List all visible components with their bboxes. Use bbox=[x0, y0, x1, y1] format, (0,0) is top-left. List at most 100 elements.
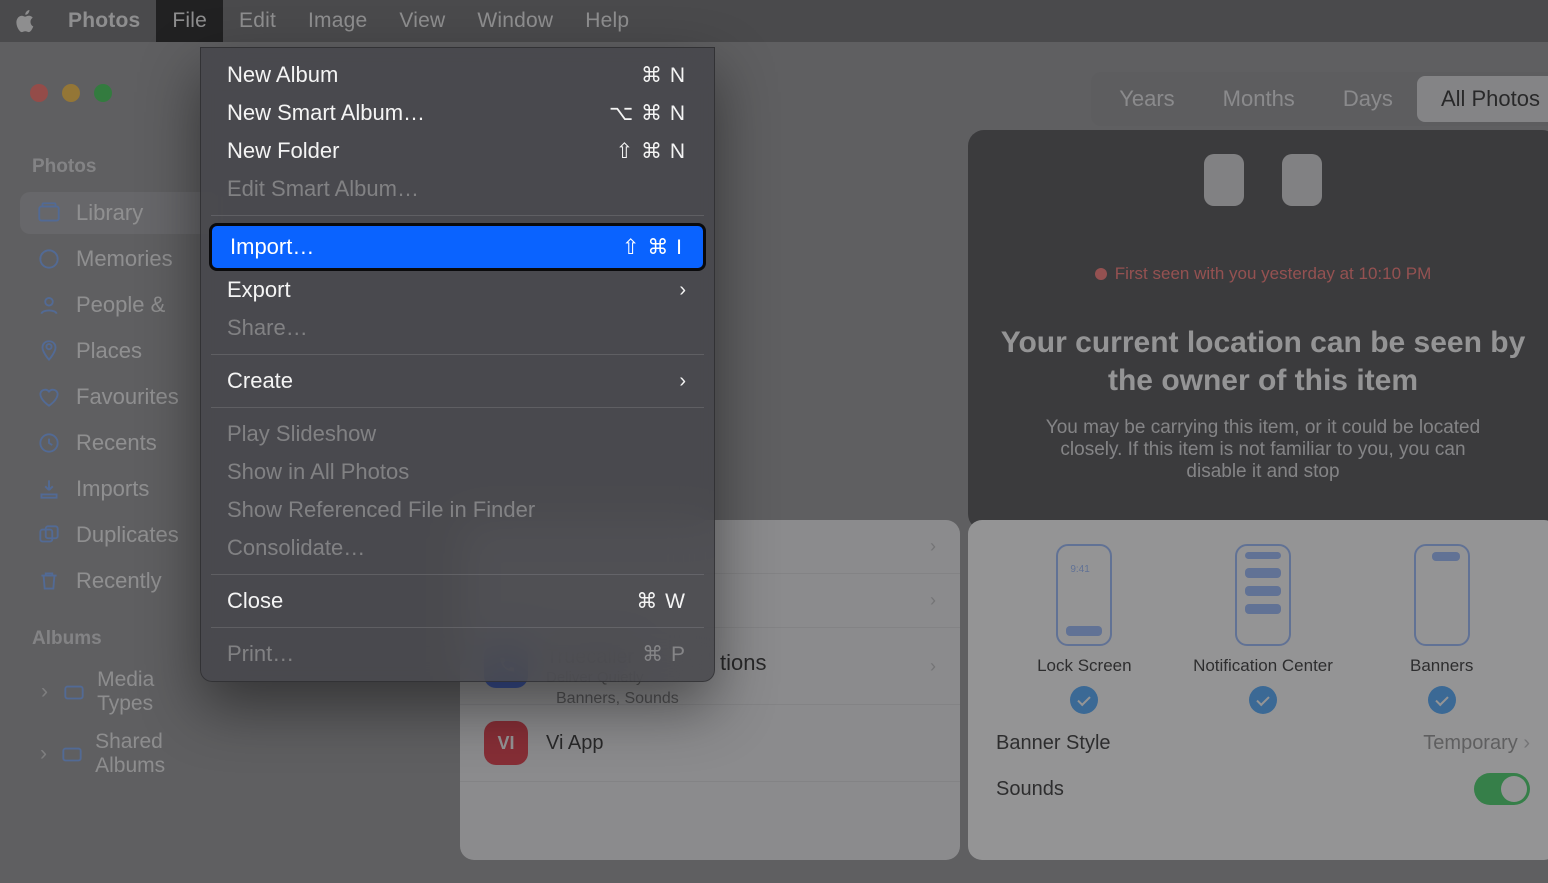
sidebar-item-label: Media Types bbox=[97, 668, 208, 716]
sidebar-item-imports[interactable]: Imports bbox=[20, 468, 218, 510]
download-icon bbox=[36, 476, 62, 502]
first-seen-label: First seen with you yesterday at 10:10 P… bbox=[1095, 264, 1432, 284]
menu-item-consolidate: Consolidate… bbox=[201, 529, 714, 567]
menubar-item-image[interactable]: Image bbox=[292, 0, 383, 42]
notif-style-banners[interactable]: Banners bbox=[1367, 544, 1516, 714]
chevron-right-icon: › bbox=[679, 370, 686, 393]
menu-item-export[interactable]: Export› bbox=[201, 271, 714, 309]
menubar-item-view[interactable]: View bbox=[383, 0, 461, 42]
sidebar-item-label: People & bbox=[76, 292, 165, 318]
banner-style-label: Banner Style bbox=[996, 732, 1111, 755]
sidebar-item-label: Places bbox=[76, 338, 142, 364]
shortcut: ⇧ ⌘ I bbox=[622, 235, 683, 260]
find-item-heading: Your current location can be seen by the… bbox=[986, 324, 1540, 399]
lockscreen-icon: 9:41 bbox=[1056, 544, 1112, 646]
tab-days[interactable]: Days bbox=[1319, 76, 1417, 122]
clock-icon bbox=[36, 430, 62, 456]
sidebar-item-label: Library bbox=[76, 200, 143, 226]
tab-years[interactable]: Years bbox=[1095, 76, 1198, 122]
menubar-item-window[interactable]: Window bbox=[461, 0, 569, 42]
sounds-row: Sounds bbox=[996, 773, 1530, 805]
banners-sounds-sub: Banners, Sounds bbox=[556, 690, 679, 708]
menu-item-new-folder[interactable]: New Folder⇧ ⌘ N bbox=[201, 132, 714, 170]
tab-months[interactable]: Months bbox=[1199, 76, 1319, 122]
sidebar-item-memories[interactable]: Memories bbox=[20, 238, 218, 280]
menu-separator bbox=[211, 574, 704, 575]
shortcut: ⇧ ⌘ N bbox=[616, 139, 686, 164]
find-item-panel: First seen with you yesterday at 10:10 P… bbox=[968, 130, 1548, 530]
chevron-right-icon: › bbox=[930, 590, 936, 611]
check-icon bbox=[1249, 686, 1277, 714]
folder-icon bbox=[61, 679, 87, 705]
menu-item-new-smart-album[interactable]: New Smart Album…⌥ ⌘ N bbox=[201, 94, 714, 132]
menu-item-print: Print…⌘ P bbox=[201, 635, 714, 673]
sidebar-item-label: Duplicates bbox=[76, 522, 179, 548]
sidebar-section-albums: Albums bbox=[0, 622, 230, 660]
trash-icon bbox=[36, 568, 62, 594]
sidebar-item-label: Imports bbox=[76, 476, 149, 502]
places-icon bbox=[36, 338, 62, 364]
sidebar-item-label: Favourites bbox=[76, 384, 179, 410]
window-controls bbox=[30, 84, 112, 102]
device-thumb bbox=[1204, 154, 1244, 206]
sounds-label: Sounds bbox=[996, 778, 1064, 801]
sidebar: Photos Library Memories People & Places … bbox=[0, 150, 230, 786]
menubar-app-name[interactable]: Photos bbox=[52, 0, 156, 42]
chevron-right-icon: › bbox=[1523, 732, 1530, 754]
sounds-toggle[interactable] bbox=[1474, 773, 1530, 805]
library-icon bbox=[36, 200, 62, 226]
menu-separator bbox=[211, 354, 704, 355]
sidebar-item-favourites[interactable]: Favourites bbox=[20, 376, 218, 418]
sidebar-item-duplicates[interactable]: Duplicates bbox=[20, 514, 218, 556]
sidebar-item-label: Shared Albums bbox=[95, 730, 208, 778]
shortcut: ⌘ P bbox=[642, 642, 686, 667]
sidebar-item-recently[interactable]: Recently bbox=[20, 560, 218, 602]
notif-style-lockscreen[interactable]: 9:41 Lock Screen bbox=[1010, 544, 1159, 714]
notif-style-notifcenter[interactable]: Notification Center bbox=[1189, 544, 1338, 714]
menu-item-close[interactable]: Close⌘ W bbox=[201, 582, 714, 620]
menu-item-share: Share… bbox=[201, 309, 714, 347]
sidebar-item-media-types[interactable]: ›Media Types bbox=[20, 662, 218, 722]
sidebar-item-people[interactable]: People & bbox=[20, 284, 218, 326]
shortcut: ⌘ W bbox=[636, 589, 686, 614]
memories-icon bbox=[36, 246, 62, 272]
notif-style-label: Notification Center bbox=[1193, 656, 1333, 676]
notifcenter-icon bbox=[1235, 544, 1291, 646]
menu-separator bbox=[211, 215, 704, 216]
menubar-item-file[interactable]: File bbox=[156, 0, 223, 42]
chevron-right-icon: › bbox=[679, 279, 686, 302]
sidebar-section-photos: Photos bbox=[0, 150, 230, 188]
people-icon bbox=[36, 292, 62, 318]
folder-icon bbox=[59, 741, 85, 767]
tab-all-photos[interactable]: All Photos bbox=[1417, 76, 1548, 122]
notification-settings-panel: 9:41 Lock Screen Notification Center Ban… bbox=[968, 520, 1548, 860]
menu-item-import[interactable]: Import… ⇧ ⌘ I bbox=[201, 223, 714, 271]
minimize-window-button[interactable] bbox=[62, 84, 80, 102]
banner-style-row[interactable]: Banner Style Temporary › bbox=[996, 732, 1530, 755]
sidebar-item-label: Memories bbox=[76, 246, 173, 272]
apple-logo-icon[interactable] bbox=[0, 0, 52, 42]
check-icon bbox=[1070, 686, 1098, 714]
sidebar-item-library[interactable]: Library bbox=[20, 192, 218, 234]
notif-app-row-viapp[interactable]: VI Vi App bbox=[460, 705, 960, 782]
menubar-item-edit[interactable]: Edit bbox=[223, 0, 292, 42]
heart-icon bbox=[36, 384, 62, 410]
menubar-item-help[interactable]: Help bbox=[569, 0, 645, 42]
find-item-body: You may be carrying this item, or it cou… bbox=[1043, 417, 1483, 483]
menu-separator bbox=[211, 407, 704, 408]
shortcut: ⌥ ⌘ N bbox=[609, 101, 686, 126]
close-window-button[interactable] bbox=[30, 84, 48, 102]
notif-style-label: Lock Screen bbox=[1037, 656, 1132, 676]
chevron-right-icon: › bbox=[930, 536, 936, 557]
menu-item-show-referenced: Show Referenced File in Finder bbox=[201, 491, 714, 529]
fullscreen-window-button[interactable] bbox=[94, 84, 112, 102]
menu-item-show-all-photos: Show in All Photos bbox=[201, 453, 714, 491]
shortcut: ⌘ N bbox=[641, 63, 686, 88]
menu-item-create[interactable]: Create› bbox=[201, 362, 714, 400]
sidebar-item-places[interactable]: Places bbox=[20, 330, 218, 372]
sidebar-item-shared-albums[interactable]: ›Shared Albums bbox=[20, 724, 218, 784]
menu-item-new-album[interactable]: New Album⌘ N bbox=[201, 56, 714, 94]
menu-separator bbox=[211, 627, 704, 628]
sidebar-item-recents[interactable]: Recents bbox=[20, 422, 218, 464]
sidebar-item-label: Recently bbox=[76, 568, 162, 594]
